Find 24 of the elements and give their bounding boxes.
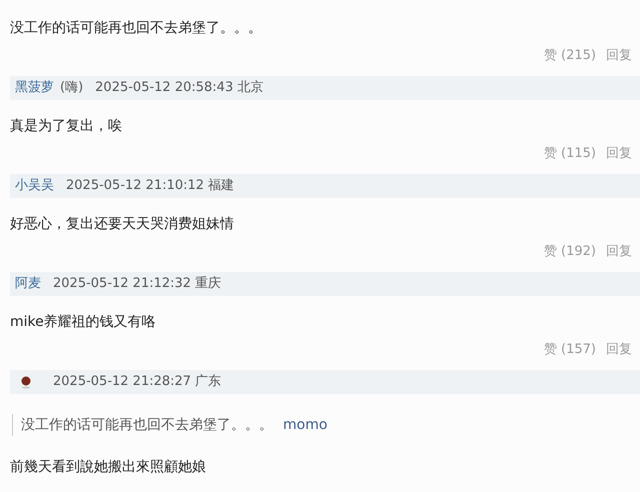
reply-link[interactable]: 回复 <box>606 340 632 360</box>
comment-text: 没工作的话可能再也回不去弟堡了。。。 <box>9 19 263 38</box>
reply-link[interactable]: 回复 <box>606 46 632 66</box>
reply-link[interactable]: 回复 <box>606 242 632 262</box>
comment-text: mike养耀祖的钱又有咯 <box>9 313 157 332</box>
like-link[interactable]: 赞 (115) <box>544 144 596 164</box>
comment-text: 前幾天看到說她搬出來照顧她娘 <box>9 458 207 477</box>
like-link[interactable]: 赞 (192) <box>544 242 596 262</box>
like-link[interactable]: 赞 (157) <box>544 340 596 360</box>
comment-text: 真是为了复出，唉 <box>9 117 123 136</box>
avatar-icon[interactable] <box>19 375 33 389</box>
quoted-author: momo <box>283 416 328 434</box>
comment-meta: 2025-05-12 21:10:12 福建 <box>66 177 234 196</box>
comment-meta: 2025-05-12 20:58:43 北京 <box>95 79 264 98</box>
comment-meta: 2025-05-12 21:28:27 广东 <box>53 373 222 392</box>
comment-meta: 2025-05-12 21:12:32 重庆 <box>53 275 222 294</box>
like-link[interactable]: 赞 (215) <box>544 46 596 66</box>
comment-text: 好恶心，复出还要天天哭消费姐妹情 <box>9 215 235 234</box>
user-link[interactable]: 小吴吴 <box>15 176 54 196</box>
user-link[interactable]: 黑菠萝 <box>15 78 54 98</box>
user-note: (嗨) <box>60 79 84 98</box>
user-link[interactable]: 阿麦 <box>15 274 41 294</box>
quoted-text: 没工作的话可能再也回不去弟堡了。。。 <box>21 416 273 434</box>
reply-link[interactable]: 回复 <box>606 144 632 164</box>
